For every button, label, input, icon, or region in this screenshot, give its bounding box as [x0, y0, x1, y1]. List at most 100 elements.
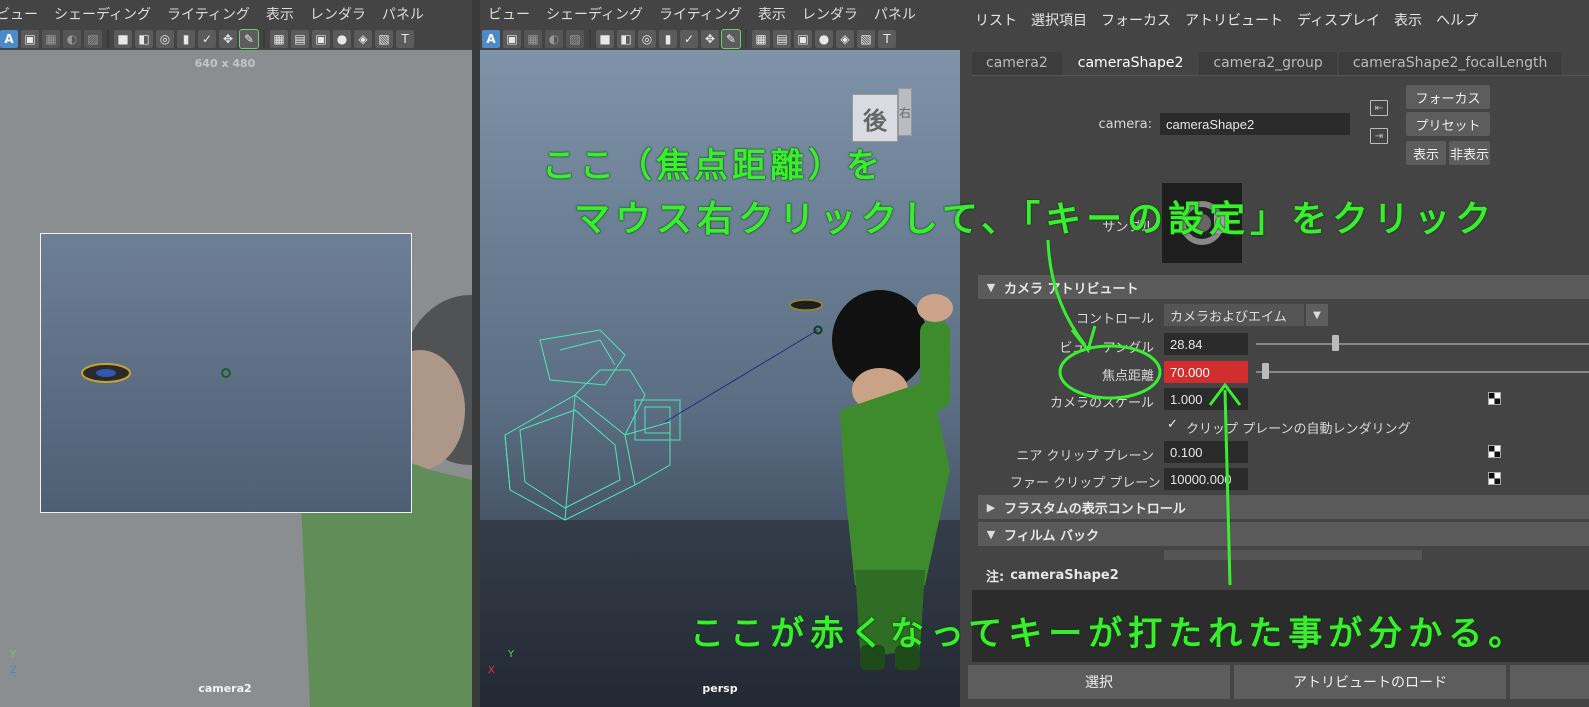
- map-button-icon[interactable]: [1488, 392, 1501, 405]
- tab-camerashape2[interactable]: cameraShape2: [1063, 52, 1198, 75]
- load-attributes-button[interactable]: アトリビュートのロード: [1234, 665, 1506, 699]
- map-button-icon[interactable]: [1488, 445, 1501, 458]
- field-chart-icon[interactable]: ✥: [219, 30, 237, 48]
- bottom-extra-button[interactable]: [1510, 665, 1589, 699]
- menu-shading[interactable]: シェーディング: [538, 4, 651, 24]
- ae-menu-focus[interactable]: フォーカス: [1094, 10, 1178, 30]
- focal-length-field[interactable]: [1164, 361, 1248, 383]
- focal-length-slider-thumb[interactable]: [1262, 363, 1269, 379]
- menu-renderer[interactable]: レンダラ: [302, 4, 374, 24]
- safe-action-icon[interactable]: ✎: [239, 29, 259, 49]
- viewport-divider[interactable]: [472, 0, 480, 707]
- focal-length-label[interactable]: 焦点距離: [1030, 365, 1154, 384]
- wireframe-icon[interactable]: ▤: [773, 30, 791, 48]
- camera-attributes-icon[interactable]: ▣: [503, 30, 521, 48]
- image-plane-icon[interactable]: ◐: [63, 30, 81, 48]
- wireframe-on-shaded-icon[interactable]: ◈: [836, 30, 854, 48]
- camera-lock-icon[interactable]: ◧: [617, 30, 635, 48]
- gate-mask-icon[interactable]: ✓: [680, 30, 698, 48]
- bookmark-icon[interactable]: ▦: [42, 30, 60, 48]
- default-material-icon[interactable]: ●: [333, 30, 351, 48]
- far-clip-field[interactable]: [1164, 468, 1248, 490]
- wireframe-icon[interactable]: ▤: [291, 30, 309, 48]
- textured-icon[interactable]: ▧: [857, 30, 875, 48]
- camera-scale-field[interactable]: [1164, 388, 1248, 410]
- menu-view[interactable]: ビュー: [480, 4, 538, 24]
- hide-button[interactable]: 非表示: [1449, 141, 1490, 165]
- resolution-gate-icon[interactable]: ▮: [177, 30, 195, 48]
- camera-icon[interactable]: ■: [596, 30, 614, 48]
- controls-dropdown[interactable]: カメラおよびエイム: [1164, 304, 1304, 326]
- output-connection-icon[interactable]: ⇥: [1370, 128, 1388, 144]
- menu-lighting[interactable]: ライティング: [159, 4, 258, 24]
- default-material-icon[interactable]: ●: [815, 30, 833, 48]
- select-button[interactable]: 選択: [968, 665, 1230, 699]
- film-gate-icon[interactable]: ◎: [156, 30, 174, 48]
- menu-panels[interactable]: パネル: [866, 4, 924, 24]
- camera-attributes-section[interactable]: ▼ カメラ アトリビュート: [978, 275, 1589, 299]
- resolution-gate-icon[interactable]: ▮: [659, 30, 677, 48]
- ae-menu-show[interactable]: 表示: [1387, 10, 1429, 30]
- tab-camerashape2-focallength[interactable]: cameraShape2_focalLength: [1338, 52, 1562, 75]
- menu-renderer[interactable]: レンダラ: [794, 4, 866, 24]
- camera-icon[interactable]: ■: [114, 30, 132, 48]
- smooth-shade-icon[interactable]: ▣: [312, 30, 330, 48]
- grease-pencil-icon[interactable]: ▨: [566, 30, 584, 48]
- input-connection-icon[interactable]: ⇤: [1370, 100, 1388, 116]
- menu-show[interactable]: 表示: [258, 4, 302, 24]
- camera-lock-icon[interactable]: ◧: [135, 30, 153, 48]
- map-button-icon[interactable]: [1488, 472, 1501, 485]
- ae-menu-selected[interactable]: 選択項目: [1024, 10, 1094, 30]
- image-plane-icon[interactable]: ◐: [545, 30, 563, 48]
- camera2-viewport[interactable]: ビュー シェーディング ライティング 表示 レンダラ パネル A ▣ ▦ ◐ ▨…: [0, 0, 472, 707]
- wireframe-on-shaded-icon[interactable]: ◈: [354, 30, 372, 48]
- grease-pencil-icon[interactable]: ▨: [84, 30, 102, 48]
- viewport-canvas[interactable]: 640 x 480 Y Z camera2: [0, 50, 472, 707]
- ae-menu-display[interactable]: ディスプレイ: [1290, 10, 1387, 30]
- tab-camera2-group[interactable]: camera2_group: [1199, 52, 1337, 75]
- focal-length-slider[interactable]: [1256, 371, 1589, 373]
- persp-viewport[interactable]: ビュー シェーディング ライティング 表示 レンダラ パネル A ▣ ▦ ◐ ▨…: [480, 0, 960, 707]
- text-icon[interactable]: T: [878, 30, 896, 48]
- film-back-dropdown-stub[interactable]: [1164, 550, 1422, 560]
- frustum-section[interactable]: ▶ フラスタムの表示コントロール: [978, 495, 1589, 519]
- select-camera-icon[interactable]: A: [0, 30, 18, 48]
- textured-icon[interactable]: ▧: [375, 30, 393, 48]
- camera-view-frame[interactable]: [40, 233, 412, 513]
- angle-of-view-slider[interactable]: [1256, 343, 1589, 345]
- ae-menu-help[interactable]: ヘルプ: [1429, 10, 1485, 30]
- preset-button[interactable]: プリセット: [1406, 112, 1490, 136]
- select-camera-icon[interactable]: A: [482, 30, 500, 48]
- ae-menu-attributes[interactable]: アトリビュート: [1178, 10, 1290, 30]
- show-button[interactable]: 表示: [1406, 141, 1446, 165]
- field-chart-icon[interactable]: ✥: [701, 30, 719, 48]
- menu-view[interactable]: ビュー: [0, 4, 46, 24]
- angle-of-view-slider-thumb[interactable]: [1332, 335, 1339, 351]
- view-cube-side[interactable]: 右: [898, 88, 912, 136]
- menu-show[interactable]: 表示: [750, 4, 794, 24]
- angle-of-view-field[interactable]: [1164, 333, 1248, 355]
- grid-icon[interactable]: ▦: [752, 30, 770, 48]
- chevron-down-icon[interactable]: ▼: [1306, 304, 1328, 326]
- view-cube[interactable]: 後 右: [852, 84, 912, 146]
- menu-panels[interactable]: パネル: [374, 4, 432, 24]
- near-clip-field[interactable]: [1164, 441, 1248, 463]
- tab-camera2[interactable]: camera2: [972, 52, 1062, 75]
- text-icon[interactable]: T: [396, 30, 414, 48]
- grid-icon[interactable]: ▦: [270, 30, 288, 48]
- film-back-section[interactable]: ▼ フィルム バック: [978, 522, 1589, 546]
- disc-object[interactable]: [41, 234, 413, 514]
- bookmark-icon[interactable]: ▦: [524, 30, 542, 48]
- camera-attributes-icon[interactable]: ▣: [21, 30, 39, 48]
- safe-action-icon[interactable]: ✎: [721, 29, 741, 49]
- smooth-shade-icon[interactable]: ▣: [794, 30, 812, 48]
- node-name-field[interactable]: [1160, 113, 1350, 135]
- ae-menu-list[interactable]: リスト: [968, 10, 1024, 30]
- menu-lighting[interactable]: ライティング: [651, 4, 750, 24]
- menu-shading[interactable]: シェーディング: [46, 4, 159, 24]
- film-gate-icon[interactable]: ◎: [638, 30, 656, 48]
- auto-render-clip-checkbox[interactable]: ✓: [1167, 418, 1181, 432]
- gate-mask-icon[interactable]: ✓: [198, 30, 216, 48]
- view-cube-front[interactable]: 後: [852, 94, 898, 142]
- focus-button[interactable]: フォーカス: [1406, 85, 1490, 109]
